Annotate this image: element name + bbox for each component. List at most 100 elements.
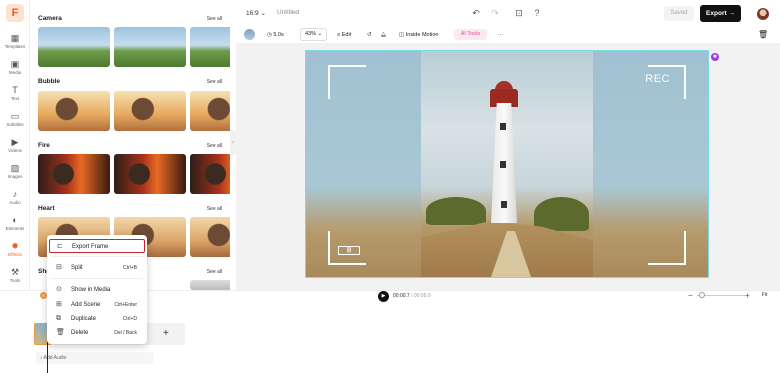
- effect-thumb[interactable]: [114, 27, 186, 67]
- add-scene-icon: ⊞: [56, 301, 62, 308]
- rail-item-images[interactable]: ▨ Images: [0, 162, 30, 184]
- app-logo[interactable]: F: [6, 4, 24, 22]
- see-all-fire[interactable]: See all: [207, 143, 222, 149]
- project-title[interactable]: Untitled: [277, 9, 299, 16]
- menu-item-add-scene[interactable]: ⊞ Add Scene Ctrl+Enter: [49, 298, 145, 312]
- videos-icon: ▶: [11, 137, 19, 147]
- effect-thumb[interactable]: [190, 217, 230, 257]
- zoom-in-icon[interactable]: +: [745, 291, 750, 300]
- rail-item-text[interactable]: T Text: [0, 84, 30, 106]
- rail-item-tools[interactable]: ⚒ Tools: [0, 266, 30, 288]
- see-all-heart[interactable]: See all: [207, 206, 222, 212]
- clock-icon: ◷: [267, 32, 272, 38]
- ai-tools-label: AI Tools: [460, 31, 481, 37]
- effect-thumb[interactable]: [190, 154, 230, 194]
- fit-button[interactable]: Fit: [757, 291, 772, 300]
- music-note-icon: ♪: [40, 355, 43, 361]
- top-bar: 16:9 ⌄ Untitled ↶ ↷ ⊡ ? Saved Export →: [236, 0, 780, 27]
- menu-shortcut: Ctrl+D: [122, 316, 137, 322]
- lighthouse-window: [500, 161, 506, 168]
- aspect-ratio-label: 16:9: [246, 10, 259, 17]
- rail-item-audio[interactable]: ♪ Audio: [0, 188, 30, 210]
- undo-icon[interactable]: ↶: [471, 8, 481, 18]
- export-frame-icon: ⊏: [57, 243, 63, 250]
- zoom-out-icon[interactable]: −: [688, 291, 693, 300]
- add-audio-track[interactable]: ♪ Add Audio: [36, 352, 154, 364]
- rail-item-elements[interactable]: ◐ Elements: [0, 214, 30, 236]
- images-icon: ▨: [10, 163, 20, 173]
- viewfinder-corner: [328, 65, 366, 99]
- effects-icon: ✸: [11, 241, 19, 251]
- export-button[interactable]: Export →: [700, 5, 741, 22]
- media-icon: ▣: [10, 59, 20, 69]
- edit-button[interactable]: ≡ Edit: [337, 30, 351, 40]
- rail-label: Audio: [9, 200, 21, 205]
- viewfinder-corner: [648, 231, 686, 265]
- video-stage[interactable]: REC ||||: [305, 50, 709, 278]
- rail-item-templates[interactable]: ▦ Templates: [0, 32, 30, 54]
- scene-badge: S: [40, 292, 47, 299]
- arrow-right-icon: →: [728, 10, 735, 17]
- section-title-bubble: Bubble: [38, 78, 61, 85]
- menu-item-split[interactable]: ⊟ Split Ctrl+B: [49, 261, 145, 275]
- rail-label: Videos: [8, 148, 22, 153]
- elements-icon: ◐: [12, 215, 18, 225]
- effect-thumb[interactable]: [38, 27, 110, 67]
- ai-tools-button[interactable]: AI Tools: [454, 29, 487, 40]
- aspect-ratio-select[interactable]: 16:9 ⌄: [246, 9, 266, 17]
- more-options-button[interactable]: ···: [498, 30, 504, 40]
- effect-thumb[interactable]: [38, 91, 110, 131]
- lighthouse-door: [501, 201, 507, 208]
- see-all-bubble[interactable]: See all: [207, 79, 222, 85]
- menu-item-duplicate[interactable]: ⧉ Duplicate Ctrl+D: [49, 312, 145, 326]
- trash-icon[interactable]: 🗑: [758, 30, 768, 40]
- rail-item-media[interactable]: ▣ Media: [0, 58, 30, 80]
- effect-thumb[interactable]: [114, 91, 186, 131]
- menu-label: Show in Media: [71, 287, 111, 293]
- zoom-label: 43%: [305, 31, 317, 37]
- rotate-icon[interactable]: ↺: [367, 30, 372, 40]
- zoom-slider-handle[interactable]: [699, 292, 705, 298]
- inside-motion-button[interactable]: ◫ Inside Motion: [399, 30, 438, 40]
- zoom-select[interactable]: 43% ⌄: [300, 28, 327, 41]
- flip-icon[interactable]: ⧋: [381, 30, 386, 40]
- left-rail: F ▦ Templates ▣ Media T Text ▭ Subtitles…: [0, 0, 30, 290]
- effect-thumb[interactable]: [114, 154, 186, 194]
- see-all-camera[interactable]: See all: [207, 16, 222, 22]
- rail-item-videos[interactable]: ▶ Videos: [0, 136, 30, 158]
- menu-label: Delete: [71, 330, 89, 336]
- export-label: Export: [706, 10, 727, 17]
- redo-icon[interactable]: ↷: [490, 8, 500, 18]
- total-duration: / 00:05.0: [411, 293, 431, 299]
- play-icon: ▶: [381, 293, 386, 299]
- effect-thumb[interactable]: [190, 280, 230, 290]
- help-icon[interactable]: ?: [532, 8, 542, 18]
- user-avatar[interactable]: [757, 8, 769, 20]
- clip-thumbnail[interactable]: [244, 29, 255, 40]
- menu-label: Split: [71, 265, 83, 271]
- menu-divider: [51, 256, 143, 257]
- screenshot-icon[interactable]: ⊡: [514, 8, 524, 18]
- menu-item-delete[interactable]: 🗑 Delete Del / Back: [49, 326, 145, 340]
- menu-label: Add Scene: [71, 302, 101, 308]
- timecode: 00:00.7 / 00:05.0: [393, 293, 431, 299]
- menu-item-export-frame[interactable]: ⊏ Export Frame: [49, 239, 145, 253]
- add-scene-plus-icon[interactable]: +: [163, 328, 169, 339]
- rail-label: Subtitles: [6, 122, 24, 127]
- rail-item-effects[interactable]: ✸ Effects: [0, 240, 30, 262]
- rail-label: Elements: [5, 226, 25, 231]
- templates-icon: ▦: [10, 33, 20, 43]
- duration-control[interactable]: ◷ 5.0s: [267, 30, 284, 40]
- rail-item-subtitles[interactable]: ▭ Subtitles: [0, 110, 30, 132]
- ai-sparkle-icon[interactable]: ✱: [711, 53, 719, 61]
- motion-icon: ◫: [399, 32, 405, 38]
- lighthouse-window: [500, 123, 506, 130]
- menu-shortcut: Ctrl+Enter: [114, 302, 137, 308]
- play-button[interactable]: ▶: [378, 291, 389, 302]
- effect-thumb[interactable]: [190, 91, 230, 131]
- menu-item-show-in-media[interactable]: ⊙ Show in Media: [49, 283, 145, 297]
- see-all-shape[interactable]: See all: [207, 269, 222, 275]
- effect-thumb[interactable]: [190, 27, 230, 67]
- effect-thumb[interactable]: [38, 154, 110, 194]
- show-in-media-icon: ⊙: [56, 286, 62, 293]
